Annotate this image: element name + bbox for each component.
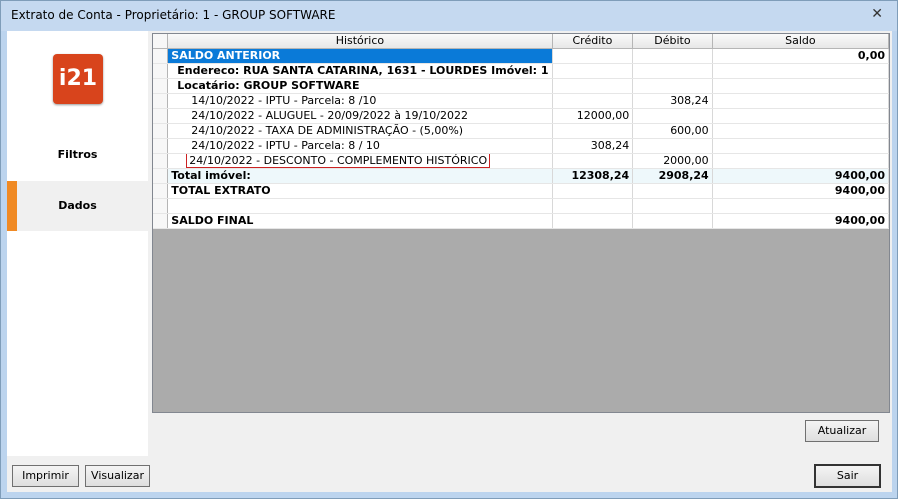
saldo-cell[interactable]	[712, 108, 890, 124]
extrato-grid[interactable]: Histórico Crédito Débito Saldo SALDO ANT…	[152, 33, 890, 413]
historico-cell[interactable]: 24/10/2022 - DESCONTO - COMPLEMENTO HIST…	[167, 153, 553, 169]
credito-cell[interactable]: 308,24	[552, 138, 634, 154]
historico-cell[interactable]: SALDO ANTERIOR	[167, 48, 553, 64]
row-indicator[interactable]	[153, 108, 169, 124]
sidebar-item-dados[interactable]: Dados	[7, 181, 148, 231]
sidebar-item-filtros[interactable]: Filtros	[7, 131, 148, 179]
table-row[interactable]: 14/10/2022 - IPTU - Parcela: 8 /10 308,2…	[153, 93, 890, 109]
saldo-cell[interactable]: 9400,00	[712, 213, 890, 229]
row-indicator[interactable]	[153, 78, 169, 94]
table-row[interactable]: 24/10/2022 - DESCONTO - COMPLEMENTO HIST…	[153, 153, 890, 169]
row-indicator[interactable]	[153, 198, 169, 214]
debito-cell[interactable]	[632, 108, 713, 124]
debito-cell[interactable]	[632, 213, 713, 229]
saldo-cell[interactable]	[712, 138, 890, 154]
credito-cell[interactable]	[552, 123, 634, 139]
debito-cell[interactable]	[632, 78, 713, 94]
table-row[interactable]: SALDO FINAL 9400,00	[153, 213, 890, 229]
saldo-cell[interactable]	[712, 153, 890, 169]
credito-cell[interactable]: 12308,24	[552, 168, 634, 184]
table-row[interactable]: 24/10/2022 - ALUGUEL - 20/09/2022 à 19/1…	[153, 108, 890, 124]
row-indicator[interactable]	[153, 168, 169, 184]
saldo-cell[interactable]	[712, 93, 890, 109]
credito-cell[interactable]	[552, 63, 634, 79]
table-row[interactable]: Locatário: GROUP SOFTWARE	[153, 78, 890, 94]
saldo-cell[interactable]	[712, 198, 890, 214]
table-row[interactable]	[153, 198, 890, 214]
window-title: Extrato de Conta - Proprietário: 1 - GRO…	[11, 8, 336, 22]
historico-cell[interactable]: TOTAL EXTRATO	[167, 183, 553, 199]
debito-cell[interactable]: 600,00	[632, 123, 713, 139]
credito-cell[interactable]	[552, 93, 634, 109]
credito-cell[interactable]	[552, 198, 634, 214]
saldo-cell[interactable]	[712, 123, 890, 139]
row-indicator[interactable]	[153, 63, 169, 79]
saldo-cell[interactable]	[712, 78, 890, 94]
row-indicator[interactable]	[153, 93, 169, 109]
credito-cell[interactable]	[552, 48, 634, 64]
historico-cell[interactable]: 24/10/2022 - TAXA DE ADMINISTRAÇÃO - (5,…	[167, 123, 553, 139]
extrato-table: Histórico Crédito Débito Saldo SALDO ANT…	[153, 34, 890, 229]
debito-cell[interactable]	[632, 183, 713, 199]
column-header-saldo[interactable]: Saldo	[712, 34, 890, 49]
saldo-cell[interactable]: 9400,00	[712, 183, 890, 199]
historico-cell[interactable]: 14/10/2022 - IPTU - Parcela: 8 /10	[167, 93, 553, 109]
historico-cell[interactable]: Endereco: RUA SANTA CATARINA, 1631 - LOU…	[167, 63, 553, 79]
close-icon[interactable]: ✕	[871, 6, 883, 22]
sidebar-item-label: Dados	[58, 199, 97, 212]
debito-cell[interactable]	[632, 198, 713, 214]
column-header-credito[interactable]: Crédito	[552, 34, 634, 49]
saldo-cell[interactable]: 0,00	[712, 48, 890, 64]
imprimir-button[interactable]: Imprimir	[12, 465, 79, 487]
table-row[interactable]: SALDO ANTERIOR 0,00	[153, 48, 890, 64]
focused-cell-outline[interactable]: 24/10/2022 - DESCONTO - COMPLEMENTO HIST…	[186, 153, 491, 168]
visualizar-button[interactable]: Visualizar	[85, 465, 150, 487]
historico-cell[interactable]: SALDO FINAL	[167, 213, 553, 229]
table-row[interactable]: Endereco: RUA SANTA CATARINA, 1631 - LOU…	[153, 63, 890, 79]
i21-logo: i21	[53, 54, 103, 104]
debito-cell[interactable]	[632, 48, 713, 64]
sair-button[interactable]: Sair	[814, 464, 881, 488]
debito-cell[interactable]	[632, 63, 713, 79]
debito-cell[interactable]: 2908,24	[632, 168, 713, 184]
header-indicator	[153, 34, 169, 49]
debito-cell[interactable]: 2000,00	[632, 153, 713, 169]
table-row[interactable]: 24/10/2022 - TAXA DE ADMINISTRAÇÃO - (5,…	[153, 123, 890, 139]
historico-cell[interactable]	[167, 198, 553, 214]
table-row[interactable]: 24/10/2022 - IPTU - Parcela: 8 / 10 308,…	[153, 138, 890, 154]
column-header-debito[interactable]: Débito	[632, 34, 713, 49]
credito-cell[interactable]	[552, 183, 634, 199]
selected-accent-bar	[7, 181, 17, 231]
credito-cell[interactable]	[552, 153, 634, 169]
row-indicator[interactable]	[153, 153, 169, 169]
header-row: Histórico Crédito Débito Saldo	[153, 34, 890, 49]
row-indicator[interactable]	[153, 138, 169, 154]
credito-cell[interactable]	[552, 213, 634, 229]
row-indicator[interactable]	[153, 183, 169, 199]
sidebar: i21 Filtros Dados	[7, 31, 148, 456]
row-indicator[interactable]	[153, 213, 169, 229]
historico-cell[interactable]: Locatário: GROUP SOFTWARE	[167, 78, 553, 94]
credito-cell[interactable]	[552, 78, 634, 94]
row-indicator[interactable]	[153, 123, 169, 139]
column-header-historico[interactable]: Histórico	[167, 34, 553, 49]
saldo-cell[interactable]: 9400,00	[712, 168, 890, 184]
debito-cell[interactable]	[632, 138, 713, 154]
title-bar: Extrato de Conta - Proprietário: 1 - GRO…	[1, 1, 897, 31]
saldo-cell[interactable]	[712, 63, 890, 79]
historico-cell[interactable]: 24/10/2022 - ALUGUEL - 20/09/2022 à 19/1…	[167, 108, 553, 124]
table-row[interactable]: TOTAL EXTRATO 9400,00	[153, 183, 890, 199]
historico-cell[interactable]: 24/10/2022 - IPTU - Parcela: 8 / 10	[167, 138, 553, 154]
credito-cell[interactable]: 12000,00	[552, 108, 634, 124]
debito-cell[interactable]: 308,24	[632, 93, 713, 109]
client-area: i21 Filtros Dados Histórico Crédito Débi…	[7, 31, 892, 492]
historico-cell[interactable]: Total imóvel:	[167, 168, 553, 184]
extrato-window: Extrato de Conta - Proprietário: 1 - GRO…	[0, 0, 898, 499]
row-indicator[interactable]	[153, 48, 169, 64]
table-row[interactable]: Total imóvel: 12308,24 2908,24 9400,00	[153, 168, 890, 184]
atualizar-button[interactable]: Atualizar	[805, 420, 879, 442]
